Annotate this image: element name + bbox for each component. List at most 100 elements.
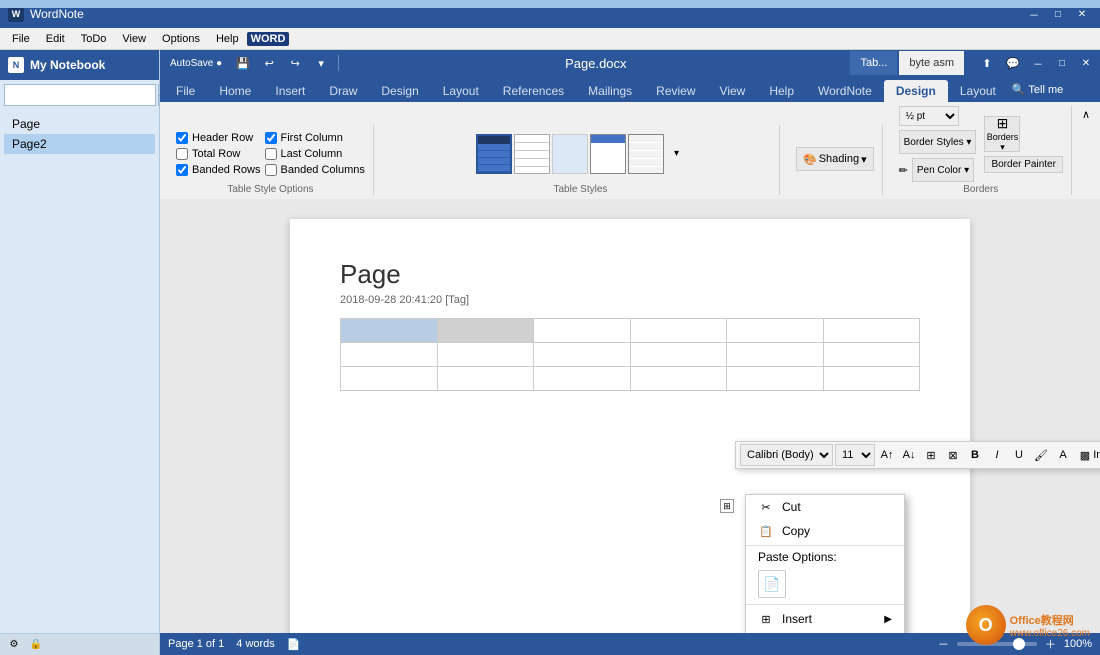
first-column-checkbox[interactable]: First Column <box>265 132 365 144</box>
tab-design-table[interactable]: Design <box>884 80 948 102</box>
menu-options[interactable]: Options <box>154 31 208 47</box>
table-cell[interactable] <box>727 319 824 343</box>
ribbon-collapse-button[interactable]: ∧ <box>1080 106 1092 123</box>
tab-help[interactable]: Help <box>757 80 806 102</box>
total-row-input[interactable] <box>176 148 188 160</box>
table-styles-more-button[interactable]: ▾ <box>668 134 684 174</box>
menu-view[interactable]: View <box>114 31 154 47</box>
table-style-2[interactable] <box>514 134 550 174</box>
word-close-button[interactable]: ✕ <box>1076 55 1096 71</box>
tell-me-input[interactable]: 🔍 Tell me <box>1012 83 1063 96</box>
menu-file[interactable]: File <box>4 31 38 47</box>
table-cell[interactable] <box>437 319 534 343</box>
table-cell[interactable] <box>534 367 631 391</box>
border-styles-button[interactable]: Border Styles ▾ <box>899 130 977 154</box>
tab-insert[interactable]: Insert <box>263 80 317 102</box>
menu-help[interactable]: Help <box>208 31 247 47</box>
sidebar-item-page2[interactable]: Page2 <box>4 134 155 154</box>
table-cell[interactable] <box>341 343 438 367</box>
paste-btn-1[interactable]: 📄 <box>758 570 786 598</box>
banded-columns-checkbox[interactable]: Banded Columns <box>265 164 365 176</box>
shading-button[interactable]: 🎨 Shading ▾ <box>796 147 874 171</box>
word-minimize-button[interactable]: － <box>1028 55 1048 71</box>
font-grow-button[interactable]: A↑ <box>877 445 897 465</box>
tab-view[interactable]: View <box>708 80 758 102</box>
table-cell[interactable] <box>823 367 920 391</box>
tab-file[interactable]: File <box>164 80 207 102</box>
table-cell[interactable] <box>823 343 920 367</box>
word-share-button[interactable]: ⬆ <box>976 52 998 74</box>
tab-draw[interactable]: Draw <box>317 80 369 102</box>
header-row-input[interactable] <box>176 132 188 144</box>
table-cell[interactable] <box>727 343 824 367</box>
table-style-4[interactable] <box>590 134 626 174</box>
maximize-button[interactable]: □ <box>1048 6 1068 22</box>
tab-layout[interactable]: Layout <box>431 80 491 102</box>
table-cell[interactable] <box>534 343 631 367</box>
save-button[interactable]: 💾 <box>232 52 254 74</box>
tab-layout-table[interactable]: Layout <box>948 80 1008 102</box>
table-cell[interactable] <box>823 319 920 343</box>
tab-references[interactable]: References <box>491 80 576 102</box>
total-row-checkbox[interactable]: Total Row <box>176 148 261 160</box>
font-size-select[interactable]: 11 <box>835 444 875 466</box>
settings-icon[interactable]: ⚙ <box>6 637 22 653</box>
border-painter-button[interactable]: Border Painter <box>984 156 1062 173</box>
table-style-5[interactable] <box>628 134 664 174</box>
table-handle[interactable]: ⊞ <box>720 499 734 513</box>
menu-todo[interactable]: ToDo <box>73 31 115 47</box>
first-column-input[interactable] <box>265 132 277 144</box>
border-pt-select[interactable]: ½ pt 1 pt 1½ pt <box>899 106 959 126</box>
tab-wordnote[interactable]: WordNote <box>806 80 884 102</box>
menu-edit[interactable]: Edit <box>38 31 73 47</box>
table-cell[interactable] <box>437 343 534 367</box>
undo-button[interactable]: ↩ <box>258 52 280 74</box>
sidebar-item-page[interactable]: Page <box>4 114 155 134</box>
table-cell[interactable] <box>727 367 824 391</box>
table-cell[interactable] <box>630 319 727 343</box>
ctx-cut[interactable]: ✂ Cut <box>746 495 904 519</box>
redo-button[interactable]: ↪ <box>284 52 306 74</box>
tab-review[interactable]: Review <box>644 80 707 102</box>
text-bg-button[interactable]: ▩ <box>1075 445 1095 465</box>
banded-columns-input[interactable] <box>265 164 277 176</box>
borders-main-button[interactable]: ⊞ Borders ▾ <box>984 116 1020 152</box>
table-cell[interactable] <box>630 367 727 391</box>
tab-active[interactable]: byte asm <box>899 51 964 75</box>
ctx-insert[interactable]: ⊞ Insert ▶ <box>746 607 904 631</box>
banded-rows-input[interactable] <box>176 164 188 176</box>
font-select[interactable]: Calibri (Body) <box>740 444 833 466</box>
tab-byte-asm[interactable]: Tab... <box>850 51 897 75</box>
table-cell[interactable] <box>534 319 631 343</box>
tab-design-doc[interactable]: Design <box>369 80 430 102</box>
tab-home[interactable]: Home <box>207 80 263 102</box>
close-button[interactable]: ✕ <box>1072 6 1092 22</box>
header-row-checkbox[interactable]: Header Row <box>176 132 261 144</box>
eraser-button[interactable]: ⊠ <box>943 445 963 465</box>
word-comment-button[interactable]: 💬 <box>1002 52 1024 74</box>
bold-button[interactable]: B <box>965 445 985 465</box>
search-input[interactable] <box>4 84 156 106</box>
lock-icon[interactable]: 🔒 <box>28 637 44 653</box>
font-color-button[interactable]: A <box>1053 445 1073 465</box>
table-cell[interactable] <box>341 367 438 391</box>
banded-rows-checkbox[interactable]: Banded Rows <box>176 164 261 176</box>
table-style-3[interactable] <box>552 134 588 174</box>
underline-button[interactable]: U <box>1009 445 1029 465</box>
ctx-copy[interactable]: 📋 Copy <box>746 519 904 543</box>
minimize-button[interactable]: － <box>1024 6 1044 22</box>
table-style-1[interactable] <box>476 134 512 174</box>
qa-dropdown-button[interactable]: ▾ <box>310 52 332 74</box>
font-shrink-button[interactable]: A↓ <box>899 445 919 465</box>
highlight-button[interactable]: 🖌 <box>1031 445 1051 465</box>
tab-mailings[interactable]: Mailings <box>576 80 644 102</box>
status-zoom-out[interactable]: － <box>938 636 949 652</box>
table-cell[interactable] <box>437 367 534 391</box>
last-column-input[interactable] <box>265 148 277 160</box>
table-cell[interactable] <box>341 319 438 343</box>
pen-color-button[interactable]: Pen Color ▾ <box>912 158 974 182</box>
last-column-checkbox[interactable]: Last Column <box>265 148 365 160</box>
word-maximize-button[interactable]: □ <box>1052 55 1072 71</box>
ctx-delete-cells[interactable]: Delete Cells... <box>746 631 904 633</box>
table-cell[interactable] <box>630 343 727 367</box>
